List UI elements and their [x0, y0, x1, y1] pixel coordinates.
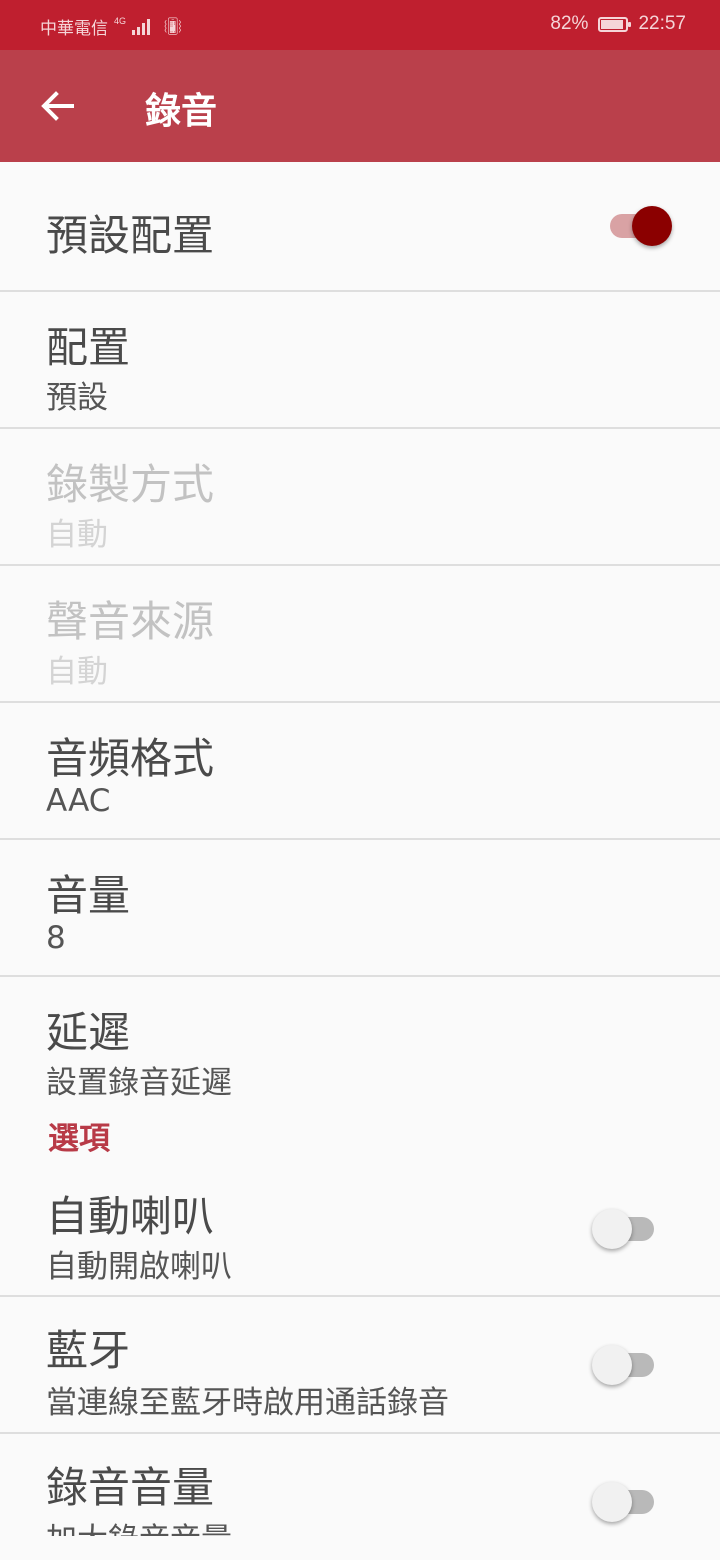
setting-audio-format[interactable]: 音頻格式 AAC	[0, 703, 720, 840]
setting-title: 音頻格式	[46, 734, 215, 783]
setting-title: 錄製方式	[46, 460, 215, 509]
default-config-switch[interactable]	[606, 202, 672, 250]
carrier-label: 中華電信	[40, 19, 108, 38]
battery-level	[601, 19, 623, 29]
setting-title: 自動喇叭	[46, 1192, 215, 1241]
network-type: 4G	[114, 16, 127, 26]
section-header-options: 選項	[0, 1113, 720, 1173]
signal-icon	[132, 18, 151, 35]
setting-bluetooth[interactable]: 藍牙 當連線至藍牙時啟用通話錄音	[0, 1297, 720, 1434]
setting-summary: 自動開啟喇叭	[46, 1249, 232, 1285]
setting-summary: 設置錄音延遲	[46, 1065, 232, 1101]
setting-summary: 加大錄音音量	[46, 1514, 232, 1536]
setting-summary: AAC	[46, 783, 111, 819]
clock: 22:57	[638, 13, 686, 34]
setting-title: 預設配置	[46, 211, 215, 260]
setting-config[interactable]: 配置 預設	[0, 292, 720, 429]
setting-volume[interactable]: 音量 8	[0, 840, 720, 977]
setting-title: 錄音音量	[46, 1463, 215, 1512]
page-title: 錄音	[145, 91, 218, 132]
setting-default-config[interactable]: 預設配置	[0, 162, 720, 292]
setting-title: 藍牙	[46, 1326, 131, 1375]
settings-list: 預設配置 配置 預設 錄製方式 自動 聲音來源 自動 音頻格式 AAC 音量 8…	[0, 162, 720, 1536]
setting-summary: 8	[46, 920, 66, 956]
bluetooth-switch[interactable]	[592, 1341, 658, 1389]
setting-auto-speaker[interactable]: 自動喇叭 自動開啟喇叭	[0, 1173, 720, 1297]
setting-title: 配置	[46, 323, 131, 372]
setting-summary: 當連線至藍牙時啟用通話錄音	[46, 1385, 449, 1421]
setting-summary: 自動	[46, 654, 108, 690]
setting-recording-method: 錄製方式 自動	[0, 429, 720, 566]
setting-title: 延遲	[46, 1008, 131, 1057]
arrow-left-icon[interactable]	[38, 86, 78, 126]
setting-title: 聲音來源	[46, 597, 215, 646]
auto-speaker-switch[interactable]	[592, 1205, 658, 1253]
setting-audio-source: 聲音來源 自動	[0, 566, 720, 703]
vibrate-icon: 📳︎	[162, 16, 184, 36]
status-right: 82% 22:57	[550, 13, 686, 35]
status-bar: 中華電信 4G 📳︎ 82% 22:57	[0, 0, 720, 50]
app-bar: 錄音	[0, 50, 720, 162]
setting-summary: 預設	[46, 380, 108, 416]
setting-summary: 自動	[46, 517, 108, 553]
setting-recording-volume[interactable]: 錄音音量 加大錄音音量	[0, 1434, 720, 1536]
battery-percent: 82%	[550, 13, 589, 34]
recording-volume-switch[interactable]	[592, 1478, 658, 1526]
setting-delay[interactable]: 延遲 設置錄音延遲	[0, 977, 720, 1113]
battery-icon	[598, 16, 632, 32]
status-left: 中華電信 4G 📳︎	[40, 14, 184, 39]
setting-title: 音量	[46, 871, 131, 920]
section-title: 選項	[48, 1121, 110, 1157]
